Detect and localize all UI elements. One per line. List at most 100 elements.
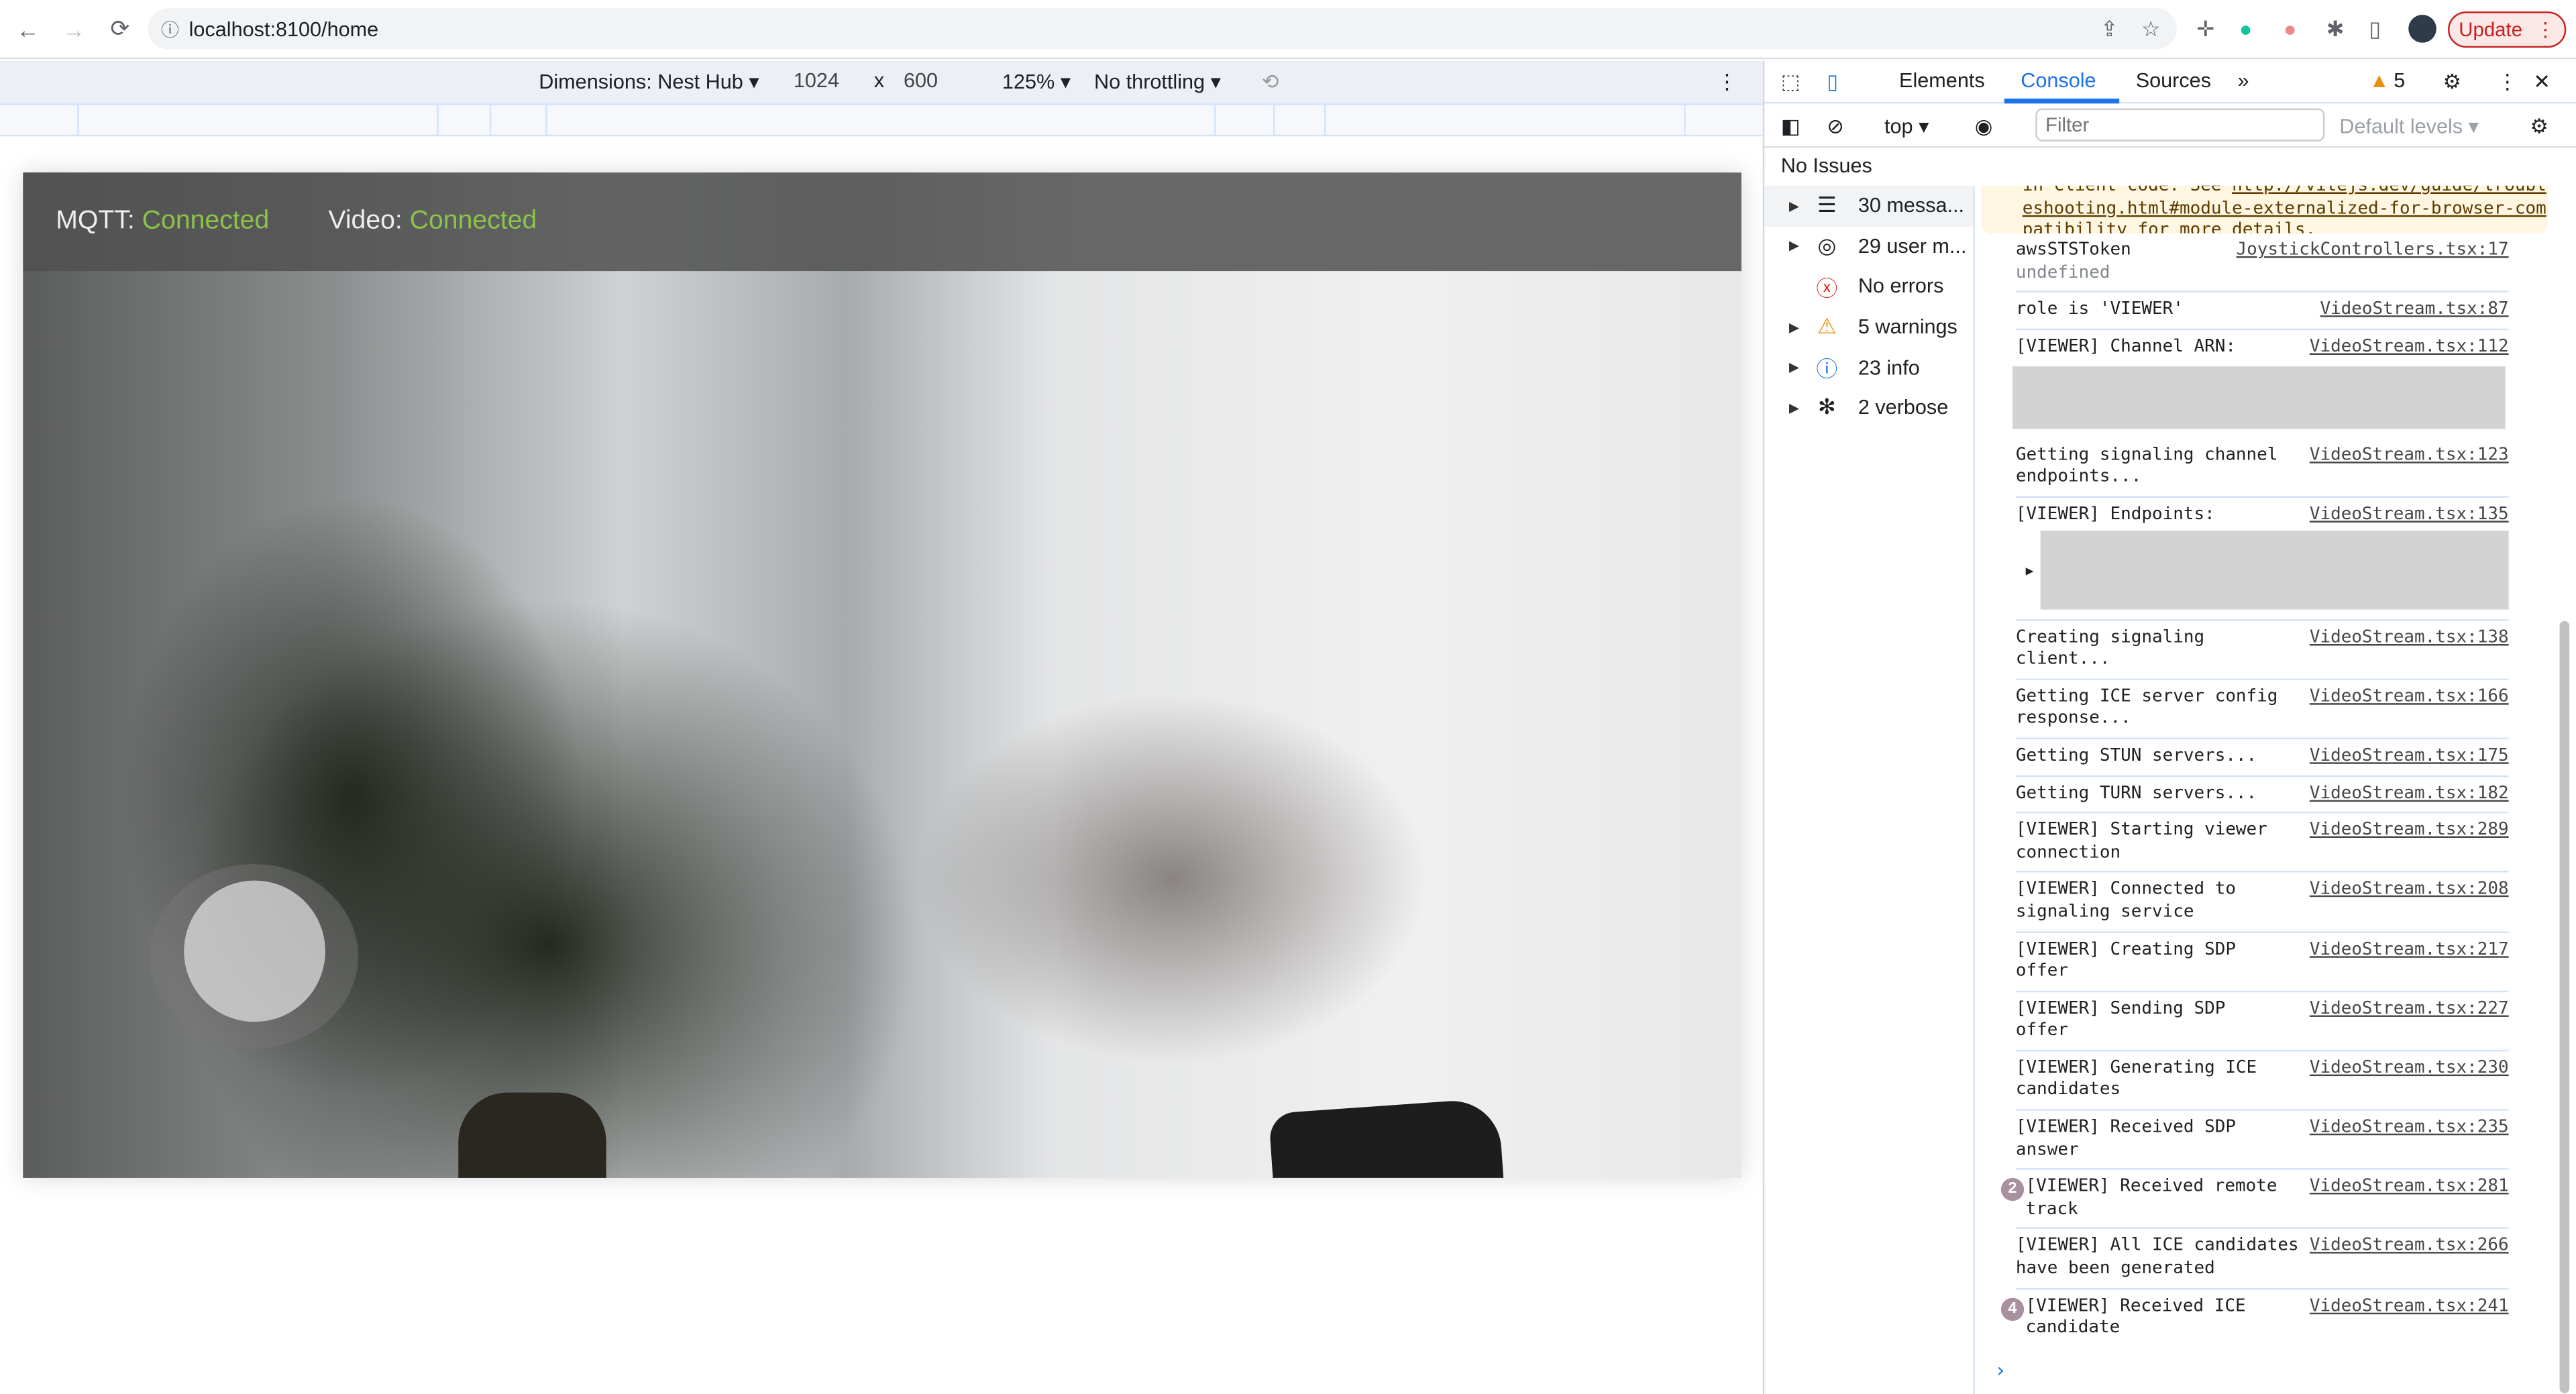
console-prompt[interactable]: ›: [1994, 1359, 2555, 1382]
source-link[interactable]: VideoStream.tsx:87: [2320, 299, 2508, 321]
tab-sources[interactable]: Sources: [2136, 69, 2211, 92]
console-scrollbar[interactable]: [2559, 621, 2570, 1393]
menu-dots-icon: ⋮: [2535, 17, 2556, 42]
console-settings-icon[interactable]: ⚙: [2530, 113, 2548, 138]
sidebar-item-messages[interactable]: ▶ ☰ 30 messa...: [1764, 185, 1974, 226]
more-icon[interactable]: ⋮: [2497, 69, 2518, 93]
media-query-bar[interactable]: [0, 103, 1763, 137]
source-link[interactable]: VideoStream.tsx:135: [2310, 504, 2509, 527]
console-message: [VIEWER] Creating SDP offer VideoStream.t…: [2015, 932, 2509, 992]
sidebar-item-info[interactable]: ▶ ⓘ 23 info: [1764, 347, 1973, 388]
tab-elements[interactable]: Elements: [1899, 69, 1985, 92]
reload-button[interactable]: ⟳: [102, 15, 138, 43]
source-link[interactable]: VideoStream.tsx:230: [2310, 1058, 2509, 1080]
sidebar-item-label: 5 warnings: [1858, 315, 1957, 339]
zoom-select[interactable]: 125% ▾: [1002, 69, 1071, 93]
height-input[interactable]: 600: [904, 69, 938, 92]
browser-toolbar: ← → ⟳ ⓘ localhost:8100/home ⇪ ☆ ✛ ● ● ✱ ▯…: [0, 0, 2576, 60]
console-message: [VIEWER] Generating ICE candidates VideoS…: [2015, 1051, 2509, 1111]
address-bar[interactable]: ⓘ localhost:8100/home ⇪ ☆: [148, 8, 2177, 50]
console-message: 2 [VIEWER] Received remote track VideoStre…: [2000, 1170, 2509, 1230]
sidebar-item-user-messages[interactable]: ▶ ◎ 29 user m...: [1764, 226, 1973, 266]
source-link[interactable]: VideoStream.tsx:166: [2310, 686, 2509, 708]
warning-count[interactable]: 5: [2394, 69, 2405, 92]
screen: ← → ⟳ ⓘ localhost:8100/home ⇪ ☆ ✛ ● ● ✱ ▯…: [0, 0, 2576, 1394]
source-link[interactable]: VideoStream.tsx:112: [2310, 337, 2509, 359]
source-link[interactable]: VideoStream.tsx:208: [2310, 879, 2509, 902]
repeat-count-badge: 4: [2000, 1297, 2025, 1321]
video-stream: MQTT: Connected Video: Connected: [23, 172, 1741, 1178]
sidebar-item-errors[interactable]: ⓧ No errors: [1764, 266, 1973, 307]
joystick-handle[interactable]: [184, 880, 325, 1022]
console-message: [VIEWER] Endpoints: VideoStream.tsx:135 ▶: [2016, 498, 2509, 619]
message-text: [VIEWER] Sending SDP offer: [2015, 998, 2236, 1040]
source-link[interactable]: JoystickControllers.tsx:17: [2237, 240, 2509, 262]
extension-icon[interactable]: ✛: [2196, 16, 2214, 42]
context-select[interactable]: top ▾: [1884, 113, 1929, 138]
sidebar-item-verbose[interactable]: ▶ ✻ 2 verbose: [1764, 388, 1973, 428]
more-options-icon[interactable]: ⋮: [1717, 69, 1737, 93]
message-text: Getting STUN servers...: [2015, 745, 2257, 766]
bookmark-star-icon[interactable]: ☆: [2141, 15, 2161, 42]
tab-console[interactable]: Console: [2021, 69, 2096, 92]
console-message: role is 'VIEWER' VideoStream.tsx:87: [2015, 292, 2509, 330]
console-message: Creating signaling client... VideoStream.…: [2015, 619, 2509, 680]
update-button[interactable]: Update ⋮: [2448, 11, 2567, 48]
warning-icon[interactable]: ▲: [2369, 69, 2389, 92]
settings-icon[interactable]: ⚙: [2443, 69, 2461, 93]
expand-icon: ▶: [1788, 198, 1800, 213]
message-value: undefined: [2015, 262, 2110, 282]
sidebar-toggle-icon[interactable]: ◧: [1781, 113, 1801, 138]
message-text: role is 'VIEWER': [2015, 299, 2184, 319]
device-toggle-icon[interactable]: ▯: [1827, 69, 1838, 93]
source-link[interactable]: VideoStream.tsx:138: [2310, 627, 2509, 649]
rotate-icon[interactable]: ⟲: [1262, 69, 1279, 93]
source-link[interactable]: VideoStream.tsx:175: [2310, 746, 2509, 768]
forward-button[interactable]: →: [56, 15, 92, 42]
devtools-panel: ⬚ ▯ Elements Console Sources » ▲ 5 ⚙ ⋮ ✕…: [1762, 60, 2576, 1394]
message-text: [VIEWER] Creating SDP offer: [2015, 939, 2247, 981]
expand-object-icon[interactable]: ▶: [2026, 559, 2034, 582]
source-link[interactable]: VideoStream.tsx:266: [2310, 1236, 2509, 1258]
log-levels-select[interactable]: Default levels ▾: [2339, 113, 2479, 138]
warning-text: in client code. See: [2022, 185, 2233, 196]
source-link[interactable]: VideoStream.tsx:227: [2310, 998, 2509, 1020]
sidebar-item-label: 30 messa...: [1858, 194, 1965, 217]
sidebar-item-warnings[interactable]: ▶ ⚠ 5 warnings: [1764, 307, 1973, 347]
side-panel-icon[interactable]: ▯: [2369, 16, 2381, 42]
width-input[interactable]: 1024: [794, 69, 839, 92]
message-text: Creating signaling client...: [2015, 627, 2215, 669]
share-icon[interactable]: ⇪: [2100, 15, 2118, 42]
repeat-count-badge: 2: [2000, 1178, 2025, 1201]
close-icon[interactable]: ✕: [2533, 69, 2551, 93]
back-button[interactable]: ←: [10, 15, 46, 42]
avatar[interactable]: [2408, 15, 2436, 43]
more-tabs-button[interactable]: »: [2238, 69, 2249, 92]
redacted-block: [2040, 529, 2509, 609]
console-message: [VIEWER] All ICE candidates have been ge…: [2015, 1230, 2509, 1289]
filter-input[interactable]: [2035, 108, 2325, 142]
grammarly-icon[interactable]: ●: [2239, 16, 2252, 41]
record-extension-icon[interactable]: ●: [2284, 16, 2296, 41]
active-tab-indicator: [2004, 98, 2120, 104]
puzzle-icon[interactable]: ✱: [2326, 16, 2345, 42]
source-link[interactable]: VideoStream.tsx:235: [2310, 1117, 2509, 1139]
source-link[interactable]: VideoStream.tsx:241: [2310, 1295, 2509, 1318]
source-link[interactable]: VideoStream.tsx:281: [2310, 1177, 2509, 1199]
source-link[interactable]: VideoStream.tsx:289: [2310, 820, 2509, 842]
source-link[interactable]: VideoStream.tsx:123: [2310, 445, 2509, 467]
source-link[interactable]: VideoStream.tsx:182: [2310, 783, 2509, 805]
console-message: [VIEWER] Starting viewer connection Video…: [2015, 814, 2509, 873]
source-link[interactable]: VideoStream.tsx:217: [2310, 939, 2509, 961]
console-message: [VIEWER] Received SDP answer VideoStream.…: [2015, 1111, 2509, 1171]
clear-console-icon[interactable]: ⊘: [1827, 113, 1844, 138]
status-bar: MQTT: Connected Video: Connected: [23, 172, 1741, 272]
throttling-select[interactable]: No throttling ▾: [1094, 69, 1221, 93]
warning-icon: ⚠: [1817, 313, 1837, 339]
console-message: [VIEWER] Connected to signaling service V…: [2015, 873, 2509, 932]
inspect-element-icon[interactable]: ⬚: [1781, 69, 1801, 93]
eye-icon[interactable]: ◉: [1975, 113, 1993, 138]
expand-icon: ▶: [1788, 239, 1800, 254]
dimensions-select[interactable]: Dimensions: Nest Hub ▾: [539, 69, 759, 93]
console-message: [VIEWER] Channel ARN: VideoStream.tsx:112: [2016, 330, 2509, 366]
